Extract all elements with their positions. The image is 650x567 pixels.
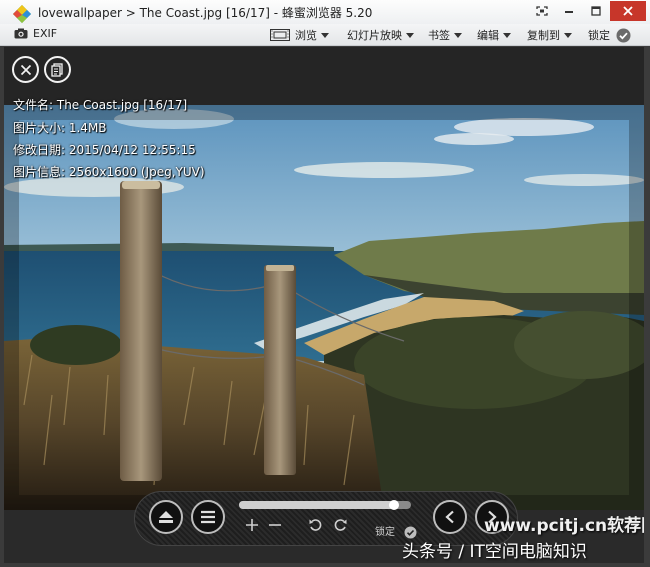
menu-icon — [201, 510, 215, 524]
rotate-left-button[interactable] — [308, 516, 323, 537]
zoom-in-icon — [246, 519, 258, 531]
info-toggle-button[interactable] — [44, 56, 71, 83]
title-bar: lovewallpaper > The Coast.jpg [16/17] - … — [0, 0, 650, 24]
zoom-in-button[interactable] — [245, 516, 259, 537]
rotate-right-icon — [334, 519, 347, 531]
exif-label: EXIF — [33, 27, 58, 40]
chevron-down-icon — [321, 32, 329, 38]
eject-button[interactable] — [149, 500, 183, 534]
rotate-right-button[interactable] — [333, 516, 348, 537]
watermark-site: www.pcitj.cn软荐网 — [484, 516, 644, 536]
close-window-icon — [623, 6, 633, 16]
zoom-out-icon — [269, 524, 281, 526]
menu-slideshow[interactable]: 幻灯片放映 — [347, 27, 414, 43]
previous-image-button[interactable] — [433, 500, 467, 534]
chevron-down-icon — [454, 32, 462, 38]
rotate-left-icon — [309, 519, 322, 531]
maximize-button[interactable] — [583, 0, 609, 22]
menu-copy-to-label: 复制到 — [527, 29, 560, 42]
minimize-icon — [565, 11, 573, 13]
zoom-out-button[interactable] — [268, 516, 282, 537]
chevron-down-icon — [406, 32, 414, 38]
info-icon — [50, 62, 63, 77]
app-logo-icon — [13, 5, 31, 23]
maximize-icon — [591, 6, 601, 16]
info-modified: 修改日期: 2015/04/12 12:55:15 — [13, 143, 196, 157]
info-filename: 文件名: The Coast.jpg [16/17] — [13, 98, 188, 112]
menu-button[interactable] — [191, 500, 225, 534]
info-size: 图片大小: 1.4MB — [13, 121, 107, 135]
filmstrip-icon — [270, 29, 290, 41]
camera-icon — [14, 28, 28, 39]
menu-edit-label: 编辑 — [477, 29, 499, 42]
menu-browse-label: 浏览 — [295, 29, 317, 42]
menu-bookmarks[interactable]: 书签 — [428, 27, 462, 43]
menu-bar: EXIF 浏览 幻灯片放映 书签 编辑 复制到 锁定 — [0, 24, 650, 46]
info-details: 图片信息: 2560x1600 (Jpeg,YUV) — [13, 165, 205, 179]
zoom-slider-knob[interactable] — [388, 500, 399, 510]
fullscreen-button[interactable] — [533, 0, 551, 22]
menu-slideshow-label: 幻灯片放映 — [347, 29, 402, 42]
fullscreen-icon — [536, 6, 548, 16]
window-title: lovewallpaper > The Coast.jpg [16/17] - … — [38, 6, 373, 20]
menu-bookmarks-label: 书签 — [428, 29, 450, 42]
image-viewer[interactable]: 文件名: The Coast.jpg [16/17] 图片大小: 1.4MB 修… — [4, 47, 644, 563]
chevron-down-icon — [564, 32, 572, 38]
menu-copy-to[interactable]: 复制到 — [527, 27, 572, 43]
exif-button[interactable]: EXIF — [14, 27, 57, 40]
control-lock-label: 锁定 — [375, 527, 395, 538]
check-icon — [616, 28, 631, 42]
lock-toggle[interactable]: 锁定 — [588, 27, 631, 43]
zoom-slider-fill — [239, 501, 394, 509]
lock-label: 锁定 — [588, 29, 610, 42]
chevron-left-icon — [445, 510, 454, 524]
menu-browse[interactable]: 浏览 — [270, 27, 329, 43]
watermark-source: 头条号 / IT空间电脑知识 — [402, 542, 587, 562]
close-window-button[interactable] — [610, 1, 646, 21]
menu-edit[interactable]: 编辑 — [477, 27, 511, 43]
chevron-down-icon — [503, 32, 511, 38]
eject-icon — [159, 511, 173, 523]
zoom-slider[interactable] — [239, 500, 411, 510]
minimize-button[interactable] — [556, 0, 582, 22]
close-viewer-button[interactable] — [12, 56, 39, 83]
close-icon — [20, 64, 31, 75]
